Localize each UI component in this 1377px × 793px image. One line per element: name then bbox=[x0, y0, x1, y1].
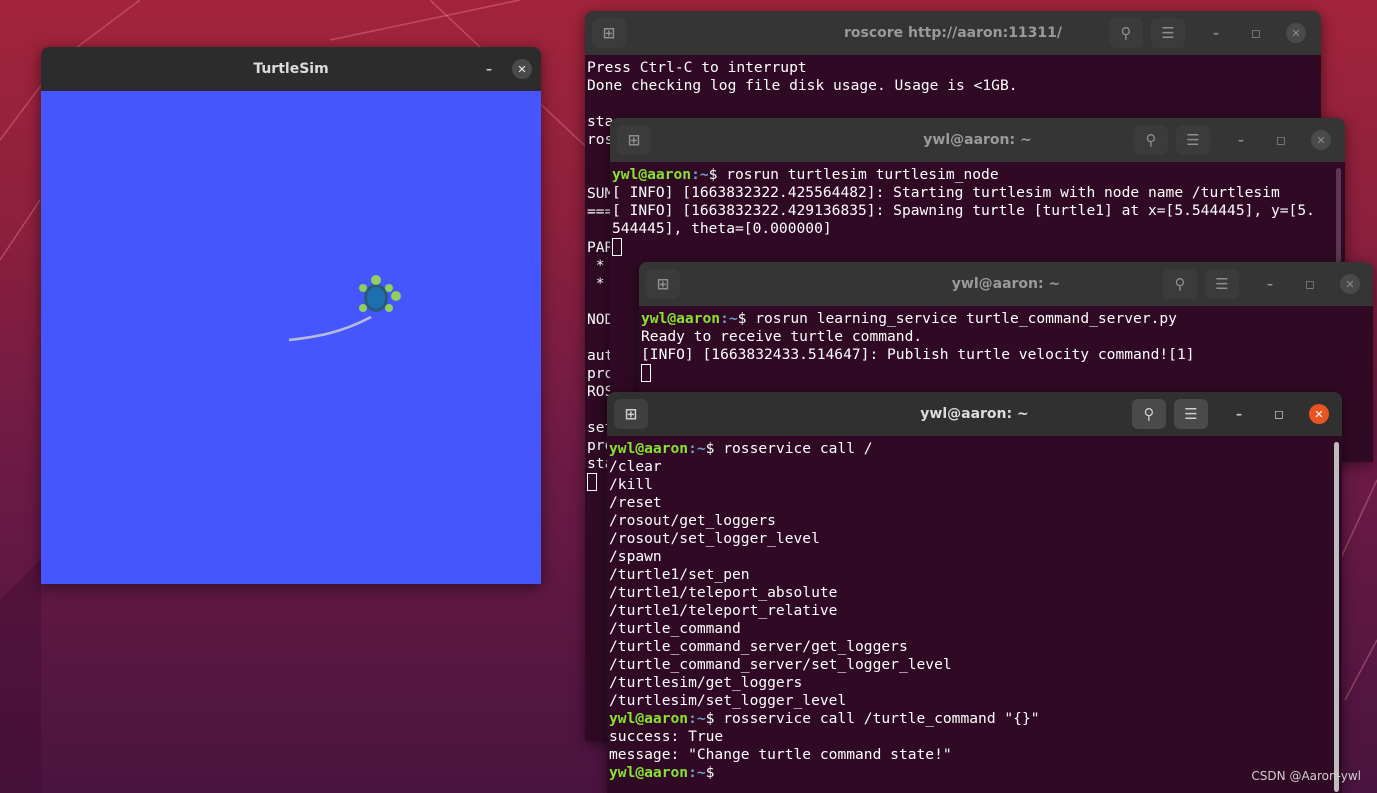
turtlesim-titlebar[interactable]: TurtleSim – ✕ bbox=[41, 47, 541, 91]
new-tab-icon[interactable]: ⊞ bbox=[614, 399, 648, 429]
new-tab-icon[interactable]: ⊞ bbox=[592, 18, 626, 48]
terminal-titlebar[interactable]: ⊞ ywl@aaron: ~ ⚲ ☰ – ◻ ✕ bbox=[639, 262, 1373, 306]
service-list-item: /turtle_command_server/set_logger_level bbox=[609, 656, 952, 673]
command-text: $ bbox=[705, 764, 715, 781]
prompt-path: :~ bbox=[688, 710, 706, 727]
command-text: $ rosservice call /turtle_command "{}" bbox=[705, 710, 1040, 727]
service-list-item: /turtlesim/get_loggers bbox=[609, 674, 803, 691]
service-list-item: /turtle_command bbox=[609, 620, 741, 637]
scrollbar[interactable] bbox=[1334, 442, 1339, 792]
turtle-icon bbox=[359, 275, 401, 312]
output-line: [ INFO] [1663832322.425564482]: Starting… bbox=[612, 184, 1280, 201]
output-line: * bbox=[587, 275, 605, 292]
prompt-path: :~ bbox=[688, 764, 706, 781]
prompt-path: :~ bbox=[720, 310, 738, 327]
watermark: CSDN @Aaron-ywl bbox=[1251, 769, 1361, 783]
service-list-item: /rosout/set_logger_level bbox=[609, 530, 820, 547]
prompt-path: :~ bbox=[691, 166, 709, 183]
turtle-trail bbox=[288, 315, 372, 342]
minimize-icon[interactable]: – bbox=[1260, 274, 1280, 294]
service-list-item: /spawn bbox=[609, 548, 662, 565]
command-text: $ rosrun learning_service turtle_command… bbox=[737, 310, 1177, 327]
service-list-item: /turtle1/set_pen bbox=[609, 566, 750, 583]
terminal-titlebar[interactable]: ⊞ ywl@aaron: ~ ⚲ ☰ – ◻ ✕ bbox=[610, 118, 1345, 162]
prompt-user: ywl@aaron bbox=[612, 166, 692, 183]
close-icon[interactable]: ✕ bbox=[512, 59, 532, 79]
service-list-item: /turtle1/teleport_absolute bbox=[609, 584, 838, 601]
output-line: Ready to receive turtle command. bbox=[641, 328, 923, 345]
output-line: Done checking log file disk usage. Usage… bbox=[587, 77, 1018, 94]
roscore-titlebar[interactable]: ⊞ roscore http://aaron:11311/ ⚲ ☰ – ◻ ✕ bbox=[585, 11, 1321, 55]
hamburger-menu-icon[interactable]: ☰ bbox=[1205, 269, 1239, 299]
search-icon[interactable]: ⚲ bbox=[1109, 18, 1143, 48]
minimize-icon[interactable]: – bbox=[1206, 23, 1226, 43]
terminal-output[interactable]: ywl@aaron:~$ rosservice call / /clear /k… bbox=[607, 436, 1342, 793]
command-text: $ rosrun turtlesim turtlesim_node bbox=[708, 166, 999, 183]
service-list-item: /turtle_command_server/get_loggers bbox=[609, 638, 908, 655]
close-icon[interactable]: ✕ bbox=[1309, 404, 1329, 424]
text-cursor bbox=[587, 473, 597, 491]
prompt-user: ywl@aaron bbox=[609, 440, 689, 457]
output-line: Press Ctrl-C to interrupt bbox=[587, 59, 807, 76]
minimize-icon[interactable]: – bbox=[1231, 130, 1251, 150]
turtle-canvas-drawing bbox=[288, 275, 401, 342]
prompt-user: ywl@aaron bbox=[609, 764, 689, 781]
text-cursor bbox=[641, 364, 651, 382]
service-list-item: /kill bbox=[609, 476, 653, 493]
hamburger-menu-icon[interactable]: ☰ bbox=[1151, 18, 1185, 48]
search-icon[interactable]: ⚲ bbox=[1134, 125, 1168, 155]
maximize-icon[interactable]: ◻ bbox=[1269, 404, 1289, 424]
output-line: success: True bbox=[609, 728, 724, 745]
maximize-icon[interactable]: ◻ bbox=[1271, 130, 1291, 150]
output-line: * bbox=[587, 257, 605, 274]
hamburger-menu-icon[interactable]: ☰ bbox=[1176, 125, 1210, 155]
new-tab-icon[interactable]: ⊞ bbox=[646, 269, 680, 299]
search-icon[interactable]: ⚲ bbox=[1132, 399, 1166, 429]
output-line: [INFO] [1663832433.514647]: Publish turt… bbox=[641, 346, 1195, 363]
close-icon[interactable]: ✕ bbox=[1286, 23, 1306, 43]
new-tab-icon[interactable]: ⊞ bbox=[617, 125, 651, 155]
output-line: message: "Change turtle command state!" bbox=[609, 746, 952, 763]
text-cursor bbox=[612, 238, 622, 256]
turtlesim-canvas bbox=[41, 91, 541, 584]
service-list-item: /reset bbox=[609, 494, 662, 511]
service-list-item: /clear bbox=[609, 458, 662, 475]
window-title: TurtleSim bbox=[253, 61, 329, 77]
output-line: 544445], theta=[0.000000] bbox=[612, 220, 832, 237]
command-text: $ rosservice call / bbox=[705, 440, 873, 457]
prompt-user: ywl@aaron bbox=[641, 310, 721, 327]
close-icon[interactable]: ✕ bbox=[1340, 274, 1360, 294]
service-list-item: /turtlesim/set_logger_level bbox=[609, 692, 847, 709]
maximize-icon[interactable]: ◻ bbox=[1246, 23, 1266, 43]
service-list-item: /rosout/get_loggers bbox=[609, 512, 776, 529]
prompt-path: :~ bbox=[688, 440, 706, 457]
output-line: [ INFO] [1663832322.429136835]: Spawning… bbox=[612, 202, 1315, 219]
turtlesim-window: TurtleSim – ✕ bbox=[41, 47, 541, 584]
hamburger-menu-icon[interactable]: ☰ bbox=[1174, 399, 1208, 429]
prompt-user: ywl@aaron bbox=[609, 710, 689, 727]
minimize-icon[interactable]: – bbox=[479, 59, 499, 79]
rosservice-terminal-window: ⊞ ywl@aaron: ~ ⚲ ☰ – ◻ ✕ ywl@aaron:~$ ro… bbox=[607, 392, 1342, 793]
search-icon[interactable]: ⚲ bbox=[1163, 269, 1197, 299]
maximize-icon[interactable]: ◻ bbox=[1300, 274, 1320, 294]
minimize-icon[interactable]: – bbox=[1229, 404, 1249, 424]
close-icon[interactable]: ✕ bbox=[1311, 130, 1331, 150]
service-list-item: /turtle1/teleport_relative bbox=[609, 602, 838, 619]
terminal-titlebar[interactable]: ⊞ ywl@aaron: ~ ⚲ ☰ – ◻ ✕ bbox=[607, 392, 1342, 436]
